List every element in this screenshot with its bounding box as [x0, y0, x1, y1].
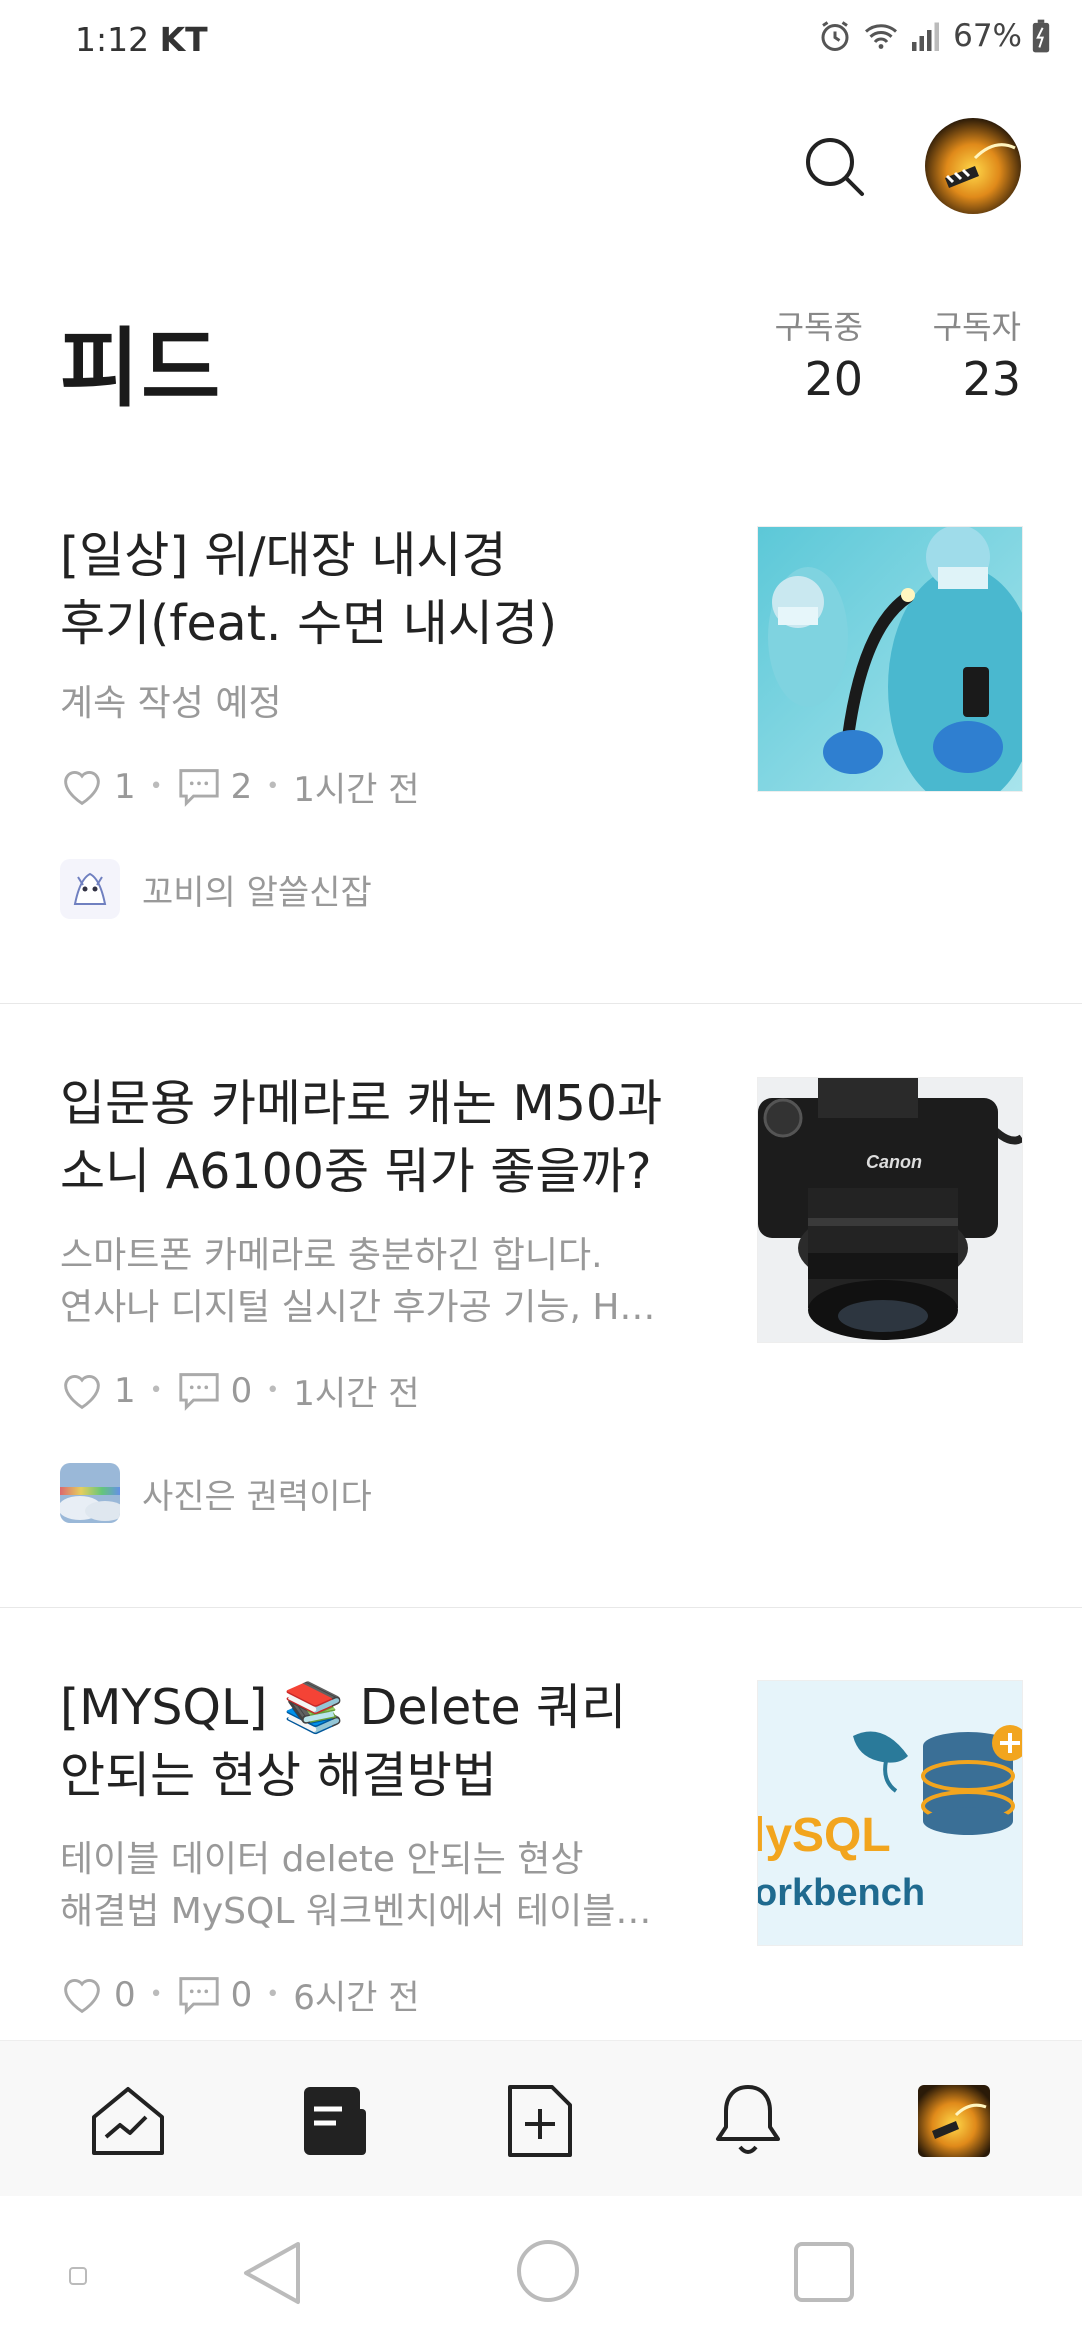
nav-notifications[interactable] — [706, 2079, 790, 2163]
followers-label: 구독자 — [932, 308, 1021, 346]
post-title-prefix: [MYSQL] — [60, 1679, 268, 1736]
post-meta: 1 • 0 • 1시간 전 — [60, 1366, 420, 1415]
signal-icon — [912, 22, 940, 51]
post-title-line: 후기(feat. 수면 내시경) — [60, 595, 558, 652]
bell-icon — [716, 2085, 780, 2154]
recents-square-icon — [794, 2242, 854, 2302]
nav-profile[interactable] — [912, 2079, 996, 2163]
post-title-line: 소니 A6100중 뭐가 좋을까? — [60, 1143, 652, 1200]
nav-home[interactable] — [86, 2079, 170, 2163]
post-excerpt: 스마트폰 카메라로 충분하긴 합니다. 연사나 디지털 실시간 후가공 기능, … — [60, 1230, 700, 1334]
thumb-brand: Canon — [866, 1152, 922, 1172]
comment-icon[interactable] — [177, 767, 221, 807]
followers-stat[interactable]: 구독자 23 — [905, 302, 1021, 406]
comment-count: 0 — [230, 1370, 253, 1411]
post-time: 6시간 전 — [293, 1978, 420, 2018]
post-title-suffix: Delete 쿼리 — [359, 1679, 627, 1736]
post-meta: 1 • 2 • 1시간 전 — [60, 762, 420, 811]
like-count: 1 — [114, 766, 136, 807]
thumb-workbench-text: orkbench — [758, 1872, 925, 1914]
feed-icon — [304, 2087, 366, 2155]
followers-count: 23 — [962, 352, 1021, 406]
home-circle-icon — [517, 2240, 579, 2302]
meta-separator: • — [149, 1378, 163, 1403]
nav-new-post[interactable] — [498, 2079, 582, 2163]
thumb-mysql-text: lySQL — [758, 1809, 891, 1862]
following-stat[interactable]: 구독중 20 — [745, 302, 863, 406]
post-title: 입문용 카메라로 캐논 M50과 소니 A6100중 뭐가 좋을까? — [60, 1070, 700, 1206]
status-clock: 1:12 — [75, 20, 150, 59]
feed-post[interactable]: [MYSQL] 📚 Delete 쿼리 안되는 현상 해결방법 테이블 데이터 … — [0, 1608, 1082, 2038]
system-recents-button[interactable] — [792, 2240, 856, 2308]
battery-icon — [1032, 19, 1050, 53]
comment-icon[interactable] — [177, 1371, 221, 1411]
feed-post[interactable]: [일상] 위/대장 내시경 후기(feat. 수면 내시경) 계속 작성 예정 … — [0, 470, 1082, 1004]
status-icons: 67% — [817, 18, 1052, 54]
post-excerpt-line: 해결법 MySQL 워크벤치에서 테이블… — [60, 1891, 652, 1932]
following-count: 20 — [804, 352, 863, 406]
comment-icon[interactable] — [177, 1975, 221, 2015]
meta-separator: • — [266, 1982, 280, 2007]
status-carrier: KT — [159, 20, 208, 59]
post-excerpt-line: 스마트폰 카메라로 충분하긴 합니다. — [60, 1235, 603, 1276]
post-blog[interactable]: 꼬비의 알쓸신잡 — [60, 859, 372, 919]
post-title-line: [MYSQL] 📚 Delete 쿼리 — [60, 1674, 700, 1742]
system-back-button[interactable] — [240, 2238, 304, 2312]
post-title-line: 안되는 현상 해결방법 — [60, 1747, 497, 1804]
blog-avatar — [60, 859, 120, 919]
post-thumbnail: Canon — [757, 1077, 1023, 1343]
like-count: 0 — [114, 1974, 136, 2015]
meta-separator: • — [149, 1982, 163, 2007]
blog-name: 꼬비의 알쓸신잡 — [142, 872, 372, 913]
comment-count: 0 — [230, 1974, 253, 2015]
post-time: 1시간 전 — [293, 1374, 420, 1414]
profile-avatar[interactable] — [925, 118, 1021, 214]
post-time: 1시간 전 — [293, 770, 420, 810]
books-emoji-icon: 📚 — [283, 1679, 345, 1736]
following-label: 구독중 — [774, 308, 863, 346]
bottom-navigation — [0, 2040, 1082, 2197]
system-navigation-bar — [0, 2196, 1082, 2342]
post-title-line: [일상] 위/대장 내시경 — [60, 527, 507, 584]
back-triangle-icon — [244, 2242, 300, 2304]
heart-icon[interactable] — [60, 767, 104, 807]
feed-post[interactable]: 입문용 카메라로 캐논 M50과 소니 A6100중 뭐가 좋을까? 스마트폰 … — [0, 1004, 1082, 1608]
post-excerpt-line: 계속 작성 예정 — [60, 683, 282, 724]
small-square-icon — [69, 2267, 87, 2285]
status-time: 1:12 KT — [75, 20, 208, 59]
post-excerpt: 테이블 데이터 delete 안되는 현상 해결법 MySQL 워크벤치에서 테… — [60, 1834, 700, 1938]
meta-separator: • — [266, 774, 280, 799]
battery-percent: 67% — [953, 18, 1022, 54]
system-home-button[interactable] — [515, 2238, 581, 2308]
alarm-icon — [821, 21, 849, 51]
profile-nav-avatar — [918, 2085, 990, 2157]
search-icon — [806, 138, 864, 196]
post-meta: 0 • 0 • 6시간 전 — [60, 1970, 420, 2019]
post-blog[interactable]: 사진은 권력이다 — [60, 1463, 372, 1523]
post-title-line: 입문용 카메라로 캐논 M50과 — [60, 1075, 663, 1132]
like-count: 1 — [114, 1370, 136, 1411]
nav-feed[interactable] — [296, 2079, 380, 2163]
meta-separator: • — [149, 774, 163, 799]
heart-icon[interactable] — [60, 1371, 104, 1411]
blog-name: 사진은 권력이다 — [142, 1476, 372, 1517]
post-thumbnail — [757, 526, 1023, 792]
comment-count: 2 — [230, 766, 253, 807]
new-post-icon — [508, 2085, 572, 2157]
heart-icon[interactable] — [60, 1975, 104, 2015]
post-thumbnail: lySQL orkbench — [757, 1680, 1023, 1946]
wifi-icon — [865, 24, 898, 49]
avatar-image — [925, 118, 1021, 214]
post-excerpt: 계속 작성 예정 — [60, 678, 700, 730]
post-excerpt-line: 테이블 데이터 delete 안되는 현상 — [60, 1839, 584, 1880]
post-excerpt-line: 연사나 디지털 실시간 후가공 기능, H… — [60, 1287, 656, 1328]
post-title: [일상] 위/대장 내시경 후기(feat. 수면 내시경) — [60, 522, 700, 658]
meta-separator: • — [266, 1378, 280, 1403]
home-stats-icon — [92, 2087, 164, 2155]
page-title: 피드 — [60, 319, 223, 419]
search-button[interactable] — [800, 132, 870, 202]
blog-avatar — [60, 1463, 120, 1523]
system-menu-button[interactable] — [68, 2266, 88, 2290]
post-title: [MYSQL] 📚 Delete 쿼리 안되는 현상 해결방법 — [60, 1674, 700, 1810]
